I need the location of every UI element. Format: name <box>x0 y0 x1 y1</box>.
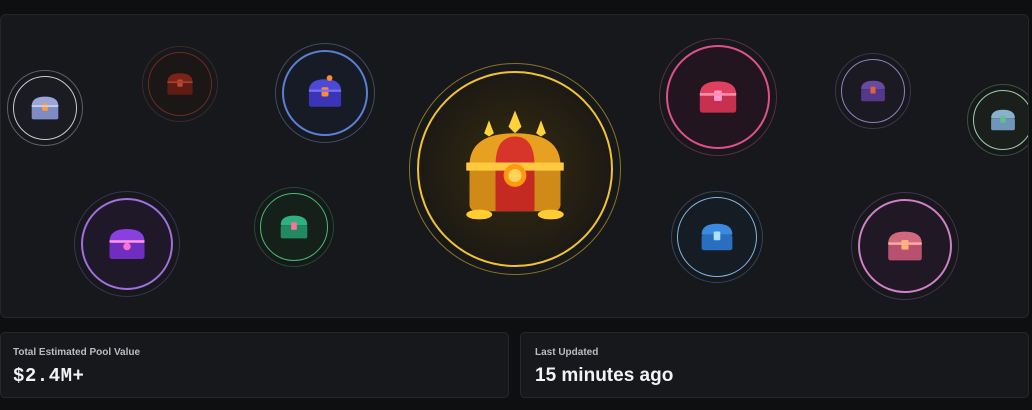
chest-blue[interactable] <box>275 43 375 143</box>
chest-rose[interactable] <box>851 192 959 300</box>
chest-showcase <box>0 14 1029 318</box>
chest-icon <box>308 75 342 107</box>
chest-silver-left[interactable] <box>7 70 83 146</box>
last-updated-label: Last Updated <box>535 347 599 358</box>
chest-icon <box>701 223 733 251</box>
last-updated-card: Last Updated 15 minutes ago <box>520 332 1029 398</box>
chest-purple-small[interactable] <box>835 53 911 129</box>
chest-icon <box>888 231 922 261</box>
chest-teal-right[interactable] <box>967 84 1028 156</box>
chest-icon <box>991 109 1015 131</box>
chest-icon <box>466 110 564 220</box>
pool-value-label: Total Estimated Pool Value <box>13 347 141 358</box>
chest-icon <box>861 80 885 102</box>
chest-icon <box>699 81 737 113</box>
chest-cyan[interactable] <box>671 191 763 283</box>
chest-green[interactable] <box>254 187 334 267</box>
chest-pink[interactable] <box>659 38 777 156</box>
pool-value-card: Total Estimated Pool Value $2.4M+ <box>0 332 509 398</box>
chest-icon <box>109 229 145 259</box>
pool-value: $2.4M+ <box>13 365 85 387</box>
chest-golden-legendary[interactable] <box>409 63 621 275</box>
last-updated-value: 15 minutes ago <box>535 365 674 386</box>
chest-icon <box>31 96 59 120</box>
chest-red[interactable] <box>142 46 218 122</box>
chest-violet[interactable] <box>74 191 180 297</box>
chest-icon <box>280 215 308 239</box>
chest-icon <box>167 73 193 95</box>
